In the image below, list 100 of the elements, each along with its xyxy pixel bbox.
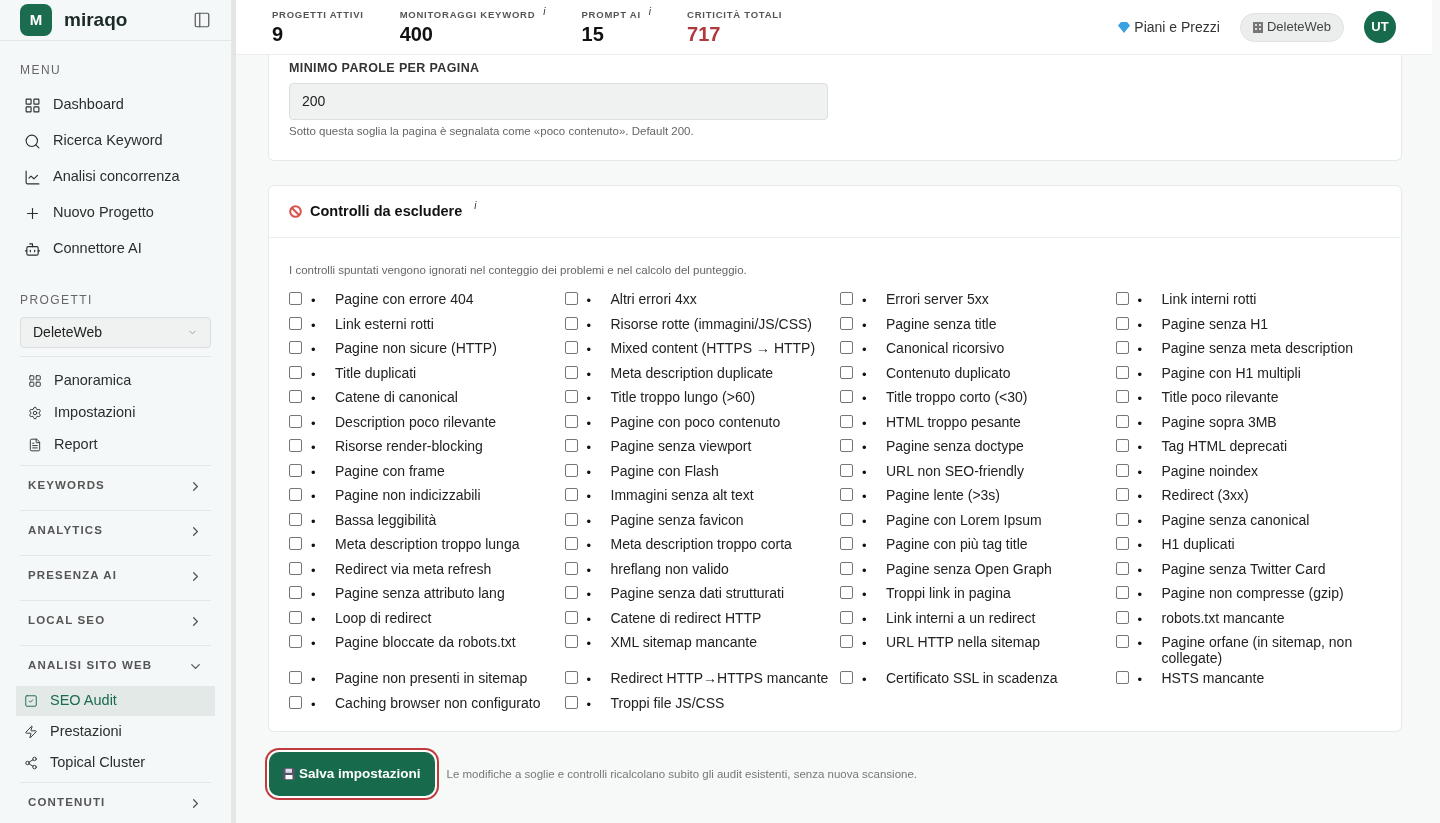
min-words-field[interactable]: 200 (289, 82, 828, 120)
checkbox[interactable] (1115, 586, 1129, 600)
checkbox[interactable] (1115, 292, 1129, 306)
checkbox[interactable] (1115, 635, 1129, 649)
checkbox[interactable] (840, 292, 853, 306)
checkbox[interactable] (840, 586, 853, 600)
checkbox[interactable] (289, 671, 302, 685)
checkbox[interactable] (289, 561, 302, 575)
checkbox[interactable] (1115, 341, 1129, 355)
nav-link[interactable]: Prestazioni (16, 717, 215, 747)
checkbox[interactable] (1115, 671, 1129, 685)
checkbox[interactable] (1115, 365, 1129, 379)
checkbox[interactable] (1115, 561, 1129, 575)
check-label: Errori server 5xx (886, 291, 989, 308)
checkbox[interactable] (564, 586, 578, 600)
checkbox[interactable] (840, 537, 853, 551)
check-label: Link interni a un redirect (886, 609, 1036, 626)
checkbox[interactable] (1115, 316, 1129, 330)
section-toggle[interactable]: KEYWORDS (20, 466, 211, 506)
checkbox[interactable] (289, 439, 302, 453)
checkbox[interactable] (564, 635, 578, 649)
section-toggle[interactable]: PRESENZA AI (20, 556, 211, 596)
checkbox[interactable] (840, 341, 853, 355)
plans-link[interactable]: Piani e Prezzi (1118, 16, 1220, 38)
checkbox[interactable] (564, 316, 578, 330)
checkbox[interactable] (564, 561, 578, 575)
section-toggle[interactable]: ANALYTICS (20, 511, 211, 551)
bullet: • (311, 439, 317, 458)
section-toggle[interactable]: CONTENUTI (20, 783, 211, 823)
check-label: Pagine senza Twitter Card (1161, 560, 1326, 577)
checkbox[interactable] (564, 292, 578, 306)
nav-link[interactable]: Topical Cluster (16, 748, 215, 778)
checkbox[interactable] (289, 537, 302, 551)
checkbox[interactable] (840, 561, 853, 575)
checkbox[interactable] (840, 635, 853, 649)
checkbox[interactable] (289, 463, 302, 477)
info-mark[interactable]: i (543, 3, 546, 19)
checkbox[interactable] (289, 365, 302, 379)
nav-link[interactable]: Report (20, 429, 211, 461)
sidebar-toggle-icon[interactable] (193, 11, 211, 29)
checkbox[interactable] (564, 512, 578, 526)
checkbox[interactable] (1115, 463, 1129, 477)
nav-link[interactable]: Nuovo Progetto (20, 195, 211, 231)
checkbox[interactable] (564, 439, 578, 453)
checkbox[interactable] (840, 671, 853, 685)
bullet: • (586, 439, 593, 458)
info-mark[interactable]: i (474, 198, 477, 213)
section-toggle[interactable]: ANALISI SITO WEB (20, 646, 211, 686)
section-toggle[interactable]: LOCAL SEO (20, 601, 211, 641)
nav-link[interactable]: Panoramica (20, 365, 211, 397)
checkbox[interactable] (1115, 512, 1129, 526)
checkbox[interactable] (564, 414, 578, 428)
checkbox[interactable] (1115, 414, 1129, 428)
checkbox[interactable] (289, 635, 302, 649)
checkbox[interactable] (289, 292, 302, 306)
checkbox[interactable] (289, 414, 302, 428)
checkbox[interactable] (840, 512, 853, 526)
checkbox[interactable] (564, 390, 578, 404)
checkbox[interactable] (289, 488, 302, 502)
project-select[interactable]: DeleteWeb (20, 317, 211, 348)
checkbox[interactable] (840, 390, 853, 404)
nav-link[interactable]: Ricerca Keyword (20, 123, 211, 159)
checkbox[interactable] (840, 439, 853, 453)
checkbox[interactable] (289, 695, 302, 709)
checkbox[interactable] (1115, 390, 1129, 404)
checkbox[interactable] (564, 537, 578, 551)
checkbox[interactable] (564, 341, 578, 355)
check-label: Meta description duplicate (610, 364, 774, 381)
checkbox[interactable] (289, 586, 302, 600)
checkbox[interactable] (289, 512, 302, 526)
nav-link[interactable]: Connettore AI (20, 231, 211, 267)
checkbox[interactable] (564, 488, 578, 502)
checkbox[interactable] (564, 671, 578, 685)
nav-link[interactable]: Impostazioni (20, 397, 211, 429)
checkbox[interactable] (289, 610, 302, 624)
nav-link[interactable]: Dashboard (20, 87, 211, 123)
checkbox[interactable] (564, 463, 578, 477)
bullet: • (311, 635, 317, 654)
user-avatar[interactable]: UT (1364, 11, 1396, 43)
check-label: Canonical ricorsivo (886, 340, 1005, 357)
checkbox[interactable] (1115, 439, 1129, 453)
checkbox[interactable] (289, 316, 302, 330)
checkbox[interactable] (840, 463, 853, 477)
nav-link[interactable]: Analisi concorrenza (20, 159, 211, 195)
checkbox[interactable] (564, 695, 578, 709)
checkbox[interactable] (840, 488, 853, 502)
checkbox[interactable] (840, 414, 853, 428)
checkbox[interactable] (1115, 537, 1129, 551)
nav-link[interactable]: SEO Audit (16, 686, 215, 716)
checkbox[interactable] (840, 610, 853, 624)
workspace-button[interactable]: DeleteWeb (1239, 12, 1344, 42)
checkbox[interactable] (840, 365, 853, 379)
checkbox[interactable] (1115, 610, 1129, 624)
checkbox[interactable] (289, 390, 302, 404)
checkbox[interactable] (840, 316, 853, 330)
checkbox[interactable] (1115, 488, 1129, 502)
info-mark[interactable]: i (648, 3, 652, 19)
checkbox[interactable] (564, 610, 578, 624)
checkbox[interactable] (289, 341, 302, 355)
checkbox[interactable] (564, 365, 578, 379)
